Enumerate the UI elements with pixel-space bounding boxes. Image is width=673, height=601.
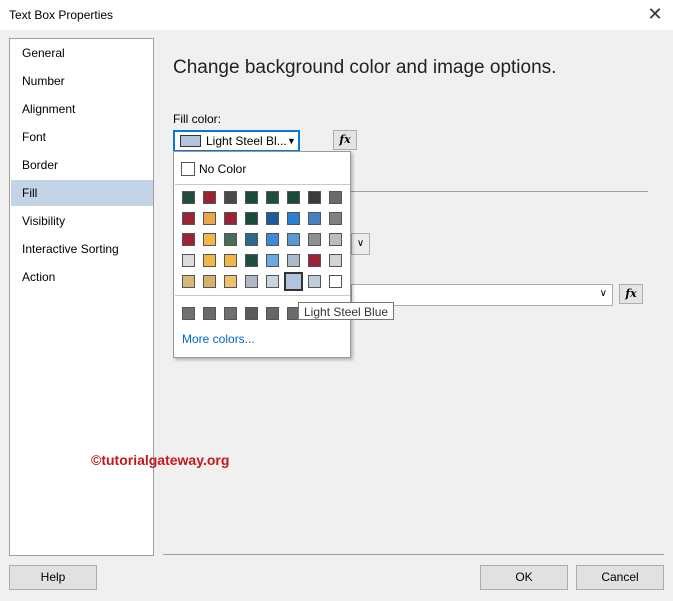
color-swatch[interactable] — [329, 191, 342, 204]
nav-item-visibility[interactable]: Visibility — [11, 208, 153, 234]
color-swatch[interactable] — [308, 233, 321, 246]
help-button[interactable]: Help — [9, 565, 97, 590]
popup-divider — [175, 184, 350, 185]
color-swatch[interactable] — [203, 191, 216, 204]
color-swatch[interactable] — [283, 271, 304, 292]
nav-item-font[interactable]: Font — [11, 124, 153, 150]
image-source-dropdown[interactable]: ∨ — [351, 233, 370, 255]
color-swatch[interactable] — [224, 191, 237, 204]
color-swatch[interactable] — [245, 254, 258, 267]
color-swatch[interactable] — [308, 275, 321, 288]
color-swatch[interactable] — [329, 212, 342, 225]
color-swatch[interactable] — [287, 191, 300, 204]
ok-button[interactable]: OK — [480, 565, 568, 590]
nav-item-general[interactable]: General — [11, 40, 153, 66]
nav-item-number[interactable]: Number — [11, 68, 153, 94]
selected-color-swatch — [180, 135, 201, 147]
popup-divider — [175, 295, 350, 296]
color-tooltip: Light Steel Blue — [298, 302, 395, 320]
chevron-down-icon: ∨ — [599, 288, 607, 299]
nav-item-interactive-sorting[interactable]: Interactive Sorting — [11, 236, 153, 262]
color-swatch[interactable] — [224, 233, 237, 246]
recent-color-swatch[interactable] — [245, 307, 258, 320]
nav-item-alignment[interactable]: Alignment — [11, 96, 153, 122]
chevron-down-icon: ∨ — [356, 238, 365, 249]
color-swatch[interactable] — [245, 233, 258, 246]
color-swatch[interactable] — [203, 254, 216, 267]
fill-color-label: Fill color: — [173, 112, 222, 126]
image-expression-button[interactable]: fx — [619, 284, 643, 304]
color-swatch[interactable] — [266, 254, 279, 267]
recent-color-swatch[interactable] — [182, 307, 195, 320]
category-nav: General Number Alignment Font Border Fil… — [9, 38, 154, 556]
color-swatch[interactable] — [182, 233, 195, 246]
color-swatch[interactable] — [266, 191, 279, 204]
recent-color-swatch[interactable] — [203, 307, 216, 320]
color-swatch[interactable] — [245, 212, 258, 225]
color-swatch[interactable] — [287, 254, 300, 267]
color-swatch[interactable] — [266, 212, 279, 225]
color-swatch[interactable] — [308, 212, 321, 225]
color-swatch[interactable] — [266, 233, 279, 246]
color-swatch[interactable] — [182, 191, 195, 204]
title-bar: Text Box Properties ✕ — [0, 0, 673, 30]
chevron-down-icon: ▼ — [287, 136, 296, 146]
fill-color-value: Light Steel Bl... — [206, 134, 287, 148]
footer-divider — [163, 554, 664, 555]
color-swatch[interactable] — [182, 275, 195, 288]
color-swatch[interactable] — [245, 275, 258, 288]
section-divider — [351, 191, 648, 192]
color-swatch[interactable] — [308, 191, 321, 204]
no-color-label: No Color — [199, 162, 247, 176]
window-title: Text Box Properties — [9, 8, 114, 22]
watermark: ©tutorialgateway.org — [91, 452, 230, 468]
color-picker-popup: No Color More colors... — [173, 151, 351, 358]
color-swatch[interactable] — [329, 254, 342, 267]
color-swatch[interactable] — [266, 275, 279, 288]
color-swatch[interactable] — [203, 233, 216, 246]
nav-item-action[interactable]: Action — [11, 264, 153, 290]
color-swatch[interactable] — [203, 275, 216, 288]
color-swatch[interactable] — [182, 212, 195, 225]
cancel-button[interactable]: Cancel — [576, 565, 664, 590]
color-swatch[interactable] — [329, 233, 342, 246]
close-icon[interactable]: ✕ — [645, 4, 665, 24]
no-color-swatch — [181, 162, 195, 176]
more-colors-link[interactable]: More colors... — [182, 332, 255, 346]
fill-color-expression-button[interactable]: fx — [333, 130, 357, 150]
nav-item-border[interactable]: Border — [11, 152, 153, 178]
color-swatch[interactable] — [224, 212, 237, 225]
color-swatch[interactable] — [308, 254, 321, 267]
color-swatch[interactable] — [203, 212, 216, 225]
nav-item-fill[interactable]: Fill — [11, 180, 153, 206]
color-swatch[interactable] — [329, 275, 342, 288]
color-swatch[interactable] — [245, 191, 258, 204]
color-swatch[interactable] — [287, 212, 300, 225]
color-swatch[interactable] — [287, 233, 300, 246]
fill-color-dropdown[interactable]: Light Steel Bl... ▼ — [173, 130, 300, 152]
recent-color-swatch[interactable] — [266, 307, 279, 320]
color-swatch[interactable] — [224, 275, 237, 288]
color-swatch[interactable] — [224, 254, 237, 267]
recent-color-swatch[interactable] — [224, 307, 237, 320]
page-heading: Change background color and image option… — [173, 57, 557, 78]
color-swatch[interactable] — [182, 254, 195, 267]
